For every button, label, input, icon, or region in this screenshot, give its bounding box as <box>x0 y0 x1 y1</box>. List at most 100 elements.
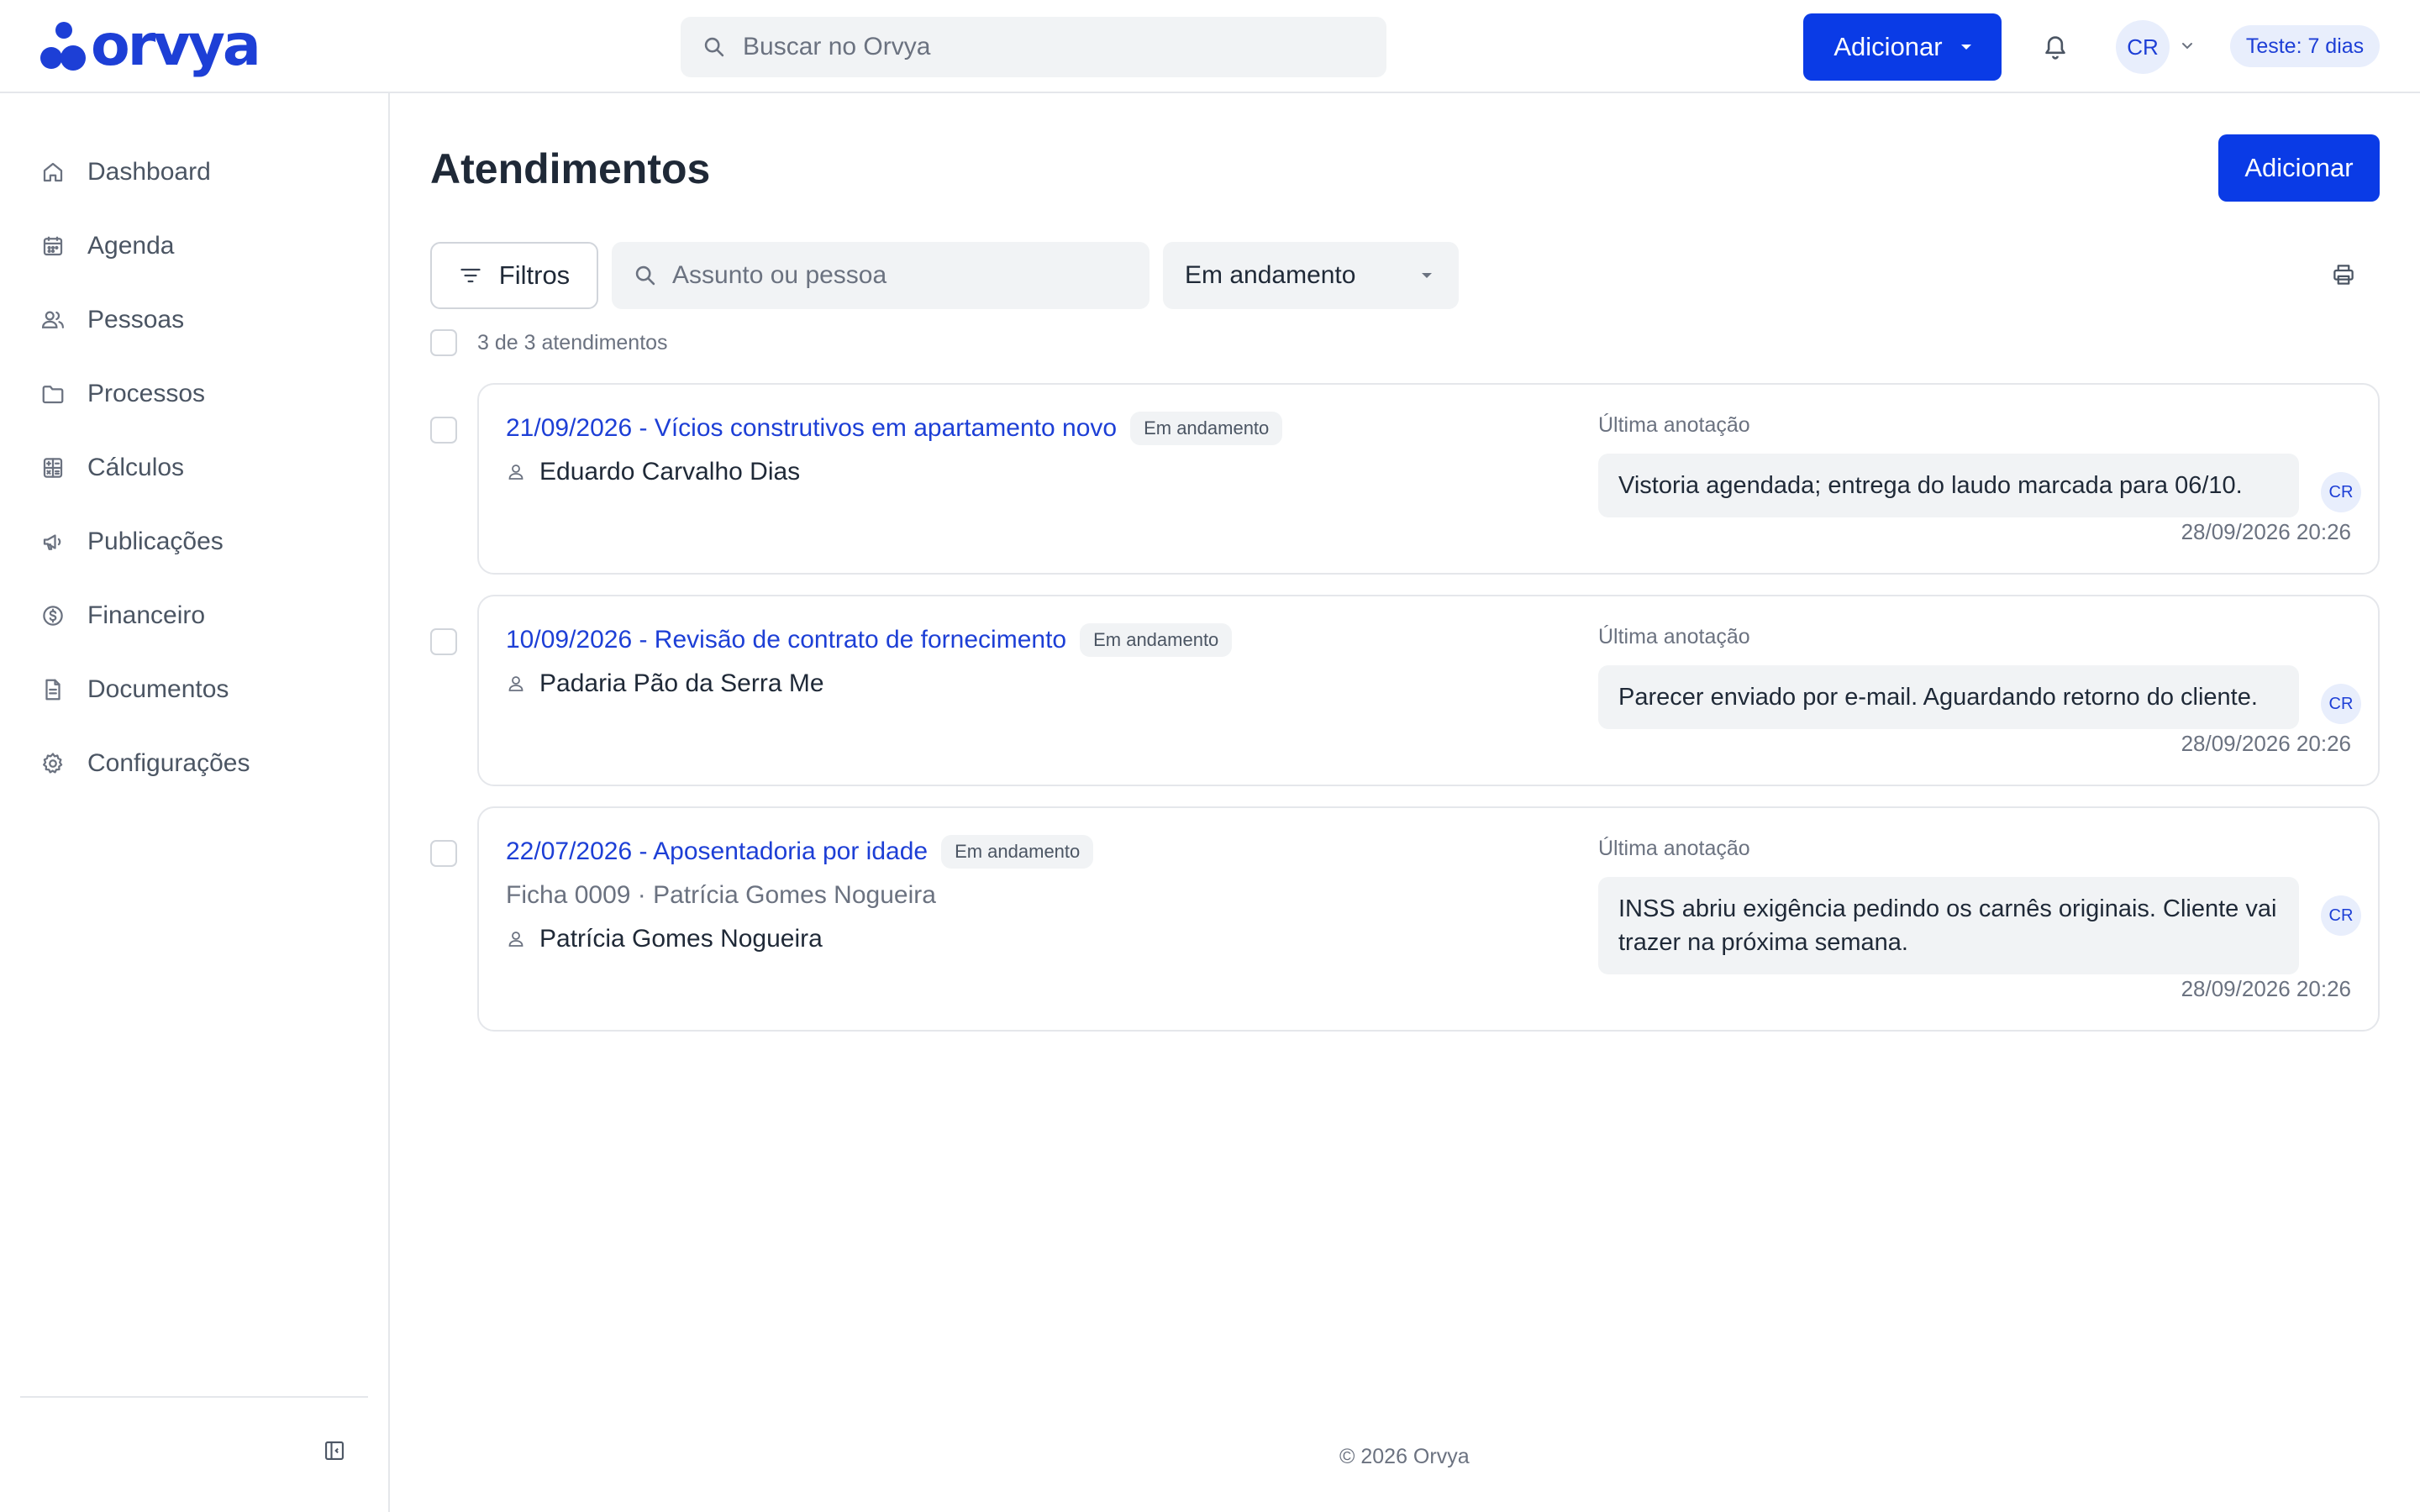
last-note-text: Parecer enviado por e-mail. Aguardando r… <box>1598 665 2299 729</box>
search-icon <box>635 265 655 286</box>
subject-search[interactable] <box>612 242 1150 309</box>
person-name: Patrícia Gomes Nogueira <box>539 925 823 953</box>
sidebar-item-agenda[interactable]: Agenda <box>0 209 388 283</box>
results-count: 3 de 3 atendimentos <box>477 331 668 354</box>
filter-icon <box>460 268 481 283</box>
status-badge: Em andamento <box>1130 412 1283 445</box>
atendimento-title-link[interactable]: 10/09/2026 - Revisão de contrato de forn… <box>506 626 1066 654</box>
page-title: Atendimentos <box>430 145 711 192</box>
users-icon <box>41 311 64 328</box>
calculator-icon <box>43 458 63 478</box>
note-author-avatar: CR <box>2321 895 2361 936</box>
sidebar: Dashboard Agenda Pessoas Processos Cálcu… <box>0 93 390 1512</box>
sidebar-item-label: Financeiro <box>87 601 206 629</box>
logo-text: orvya <box>91 13 261 79</box>
sidebar-item-documentos[interactable]: Documentos <box>0 653 388 727</box>
header-add-button[interactable]: Adicionar <box>1803 13 2002 81</box>
last-note-label: Última anotação <box>1598 625 1750 648</box>
trial-badge-label: Teste: 7 dias <box>2245 34 2365 58</box>
calendar-icon <box>43 236 63 256</box>
person-name: Padaria Pão da Serra Me <box>539 669 824 697</box>
collapse-sidebar-icon[interactable] <box>323 1439 346 1462</box>
last-note-text: Vistoria agendada; entrega do laudo marc… <box>1598 454 2299 517</box>
global-search-input[interactable] <box>743 33 1365 61</box>
row-checkbox[interactable] <box>430 840 457 867</box>
card-info: 10/09/2026 - Revisão de contrato de forn… <box>506 622 1598 702</box>
home-icon <box>43 162 63 182</box>
status-filter-value: Em andamento <box>1185 261 1356 289</box>
person-icon <box>508 932 523 947</box>
person-icon <box>508 465 523 480</box>
last-note: Última anotação Vistoria agendada; entre… <box>1598 410 2361 517</box>
row-checkbox[interactable] <box>430 417 457 444</box>
chevron-down-icon <box>1422 273 1432 278</box>
card-person: Padaria Pão da Serra Me <box>506 665 1598 702</box>
search-icon <box>704 37 724 57</box>
ficha-info: Ficha 0009 · Patrícia Gomes Nogueira <box>506 881 936 909</box>
row-checkbox[interactable] <box>430 628 457 655</box>
atendimento-title-link[interactable]: 21/09/2026 - Vícios construtivos em apar… <box>506 414 1117 443</box>
last-note-label: Última anotação <box>1598 413 1750 437</box>
sidebar-item-label: Documentos <box>87 675 229 703</box>
status-badge: Em andamento <box>941 835 1094 869</box>
document-icon <box>45 679 60 701</box>
note-timestamp: 28/09/2026 20:26 <box>2181 976 2351 1001</box>
last-note: Última anotação Parecer enviado por e-ma… <box>1598 622 2361 729</box>
megaphone-icon <box>43 534 61 550</box>
note-timestamp: 28/09/2026 20:26 <box>2181 519 2351 544</box>
atendimento-card[interactable]: 22/07/2026 - Aposentadoria por idade Em … <box>477 806 2380 1032</box>
sidebar-item-dashboard[interactable]: Dashboard <box>0 135 388 209</box>
sidebar-item-processos[interactable]: Processos <box>0 357 388 431</box>
status-filter-select[interactable]: Em andamento <box>1163 242 1459 309</box>
footer-copyright: © 2026 Orvya <box>1339 1445 1470 1468</box>
card-info: 22/07/2026 - Aposentadoria por idade Em … <box>506 833 1598 958</box>
dollar-icon <box>43 606 63 626</box>
note-author-avatar: CR <box>2321 472 2361 512</box>
card-person: Eduardo Carvalho Dias <box>506 454 1598 491</box>
sidebar-item-label: Configurações <box>87 749 250 777</box>
notification-bell-icon[interactable] <box>2042 32 2069 60</box>
orvya-logo[interactable]: orvya <box>37 13 261 79</box>
last-note: Última anotação INSS abriu exigência ped… <box>1598 833 2361 974</box>
chevron-down-icon <box>1960 45 1971 50</box>
status-badge: Em andamento <box>1080 623 1233 657</box>
top-header: orvya Adicionar CR Teste: 7 dias <box>0 0 2420 93</box>
filters-button[interactable]: Filtros <box>430 242 598 309</box>
sidebar-item-label: Processos <box>87 380 206 407</box>
atendimento-card[interactable]: 10/09/2026 - Revisão de contrato de forn… <box>477 595 2380 786</box>
atendimento-title-link[interactable]: 22/07/2026 - Aposentadoria por idade <box>506 837 928 866</box>
sidebar-item-label: Agenda <box>87 232 175 260</box>
note-author-avatar: CR <box>2321 684 2361 724</box>
atendimento-card[interactable]: 21/09/2026 - Vícios construtivos em apar… <box>477 383 2380 575</box>
print-icon[interactable] <box>2331 262 2356 287</box>
global-search[interactable] <box>681 17 1386 77</box>
last-note-text: INSS abriu exigência pedindo os carnês o… <box>1598 877 2299 974</box>
folder-icon <box>42 386 64 404</box>
sidebar-nav: Dashboard Agenda Pessoas Processos Cálcu… <box>0 135 388 801</box>
add-atendimento-button[interactable]: Adicionar <box>2218 134 2380 202</box>
sidebar-item-label: Publicações <box>87 528 224 555</box>
subject-search-input[interactable] <box>672 259 1126 292</box>
sidebar-item-label: Cálculos <box>87 454 185 481</box>
sidebar-item-label: Dashboard <box>87 158 211 186</box>
sidebar-item-label: Pessoas <box>87 306 185 333</box>
person-name: Eduardo Carvalho Dias <box>539 458 801 486</box>
sidebar-item-calculos[interactable]: Cálculos <box>0 431 388 505</box>
card-info: 21/09/2026 - Vícios construtivos em apar… <box>506 410 1598 491</box>
card-person: Patrícia Gomes Nogueira <box>506 921 1598 958</box>
sidebar-item-publicacoes[interactable]: Publicações <box>0 505 388 579</box>
last-note-label: Última anotação <box>1598 837 1750 860</box>
header-add-label: Adicionar <box>1833 32 1943 61</box>
user-avatar[interactable]: CR <box>2116 20 2170 74</box>
person-icon <box>508 676 523 691</box>
select-all-checkbox[interactable] <box>430 329 457 356</box>
sidebar-item-pessoas[interactable]: Pessoas <box>0 283 388 357</box>
user-initials: CR <box>2127 34 2159 60</box>
sidebar-item-financeiro[interactable]: Financeiro <box>0 579 388 653</box>
sidebar-item-configuracoes[interactable]: Configurações <box>0 727 388 801</box>
note-timestamp: 28/09/2026 20:26 <box>2181 731 2351 756</box>
logo-dots-icon <box>37 18 86 74</box>
trial-badge[interactable]: Teste: 7 dias <box>2230 25 2380 67</box>
gear-icon <box>43 753 63 774</box>
chevron-down-icon[interactable] <box>2180 40 2195 52</box>
